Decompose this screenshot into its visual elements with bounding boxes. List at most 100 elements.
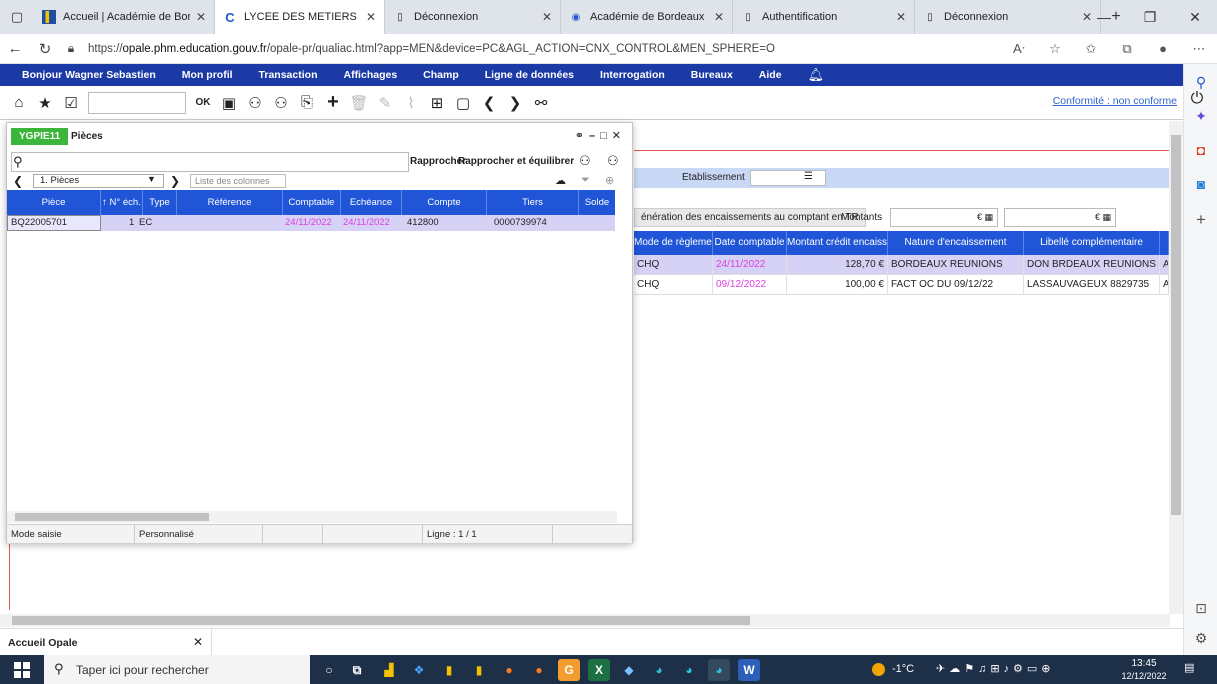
next-icon[interactable]: ❯ [502, 90, 528, 116]
table-row[interactable]: CHQ 24/11/2022 128,70 € BORDEAUX REUNION… [634, 255, 1169, 275]
horizontal-scrollbar[interactable] [7, 511, 617, 523]
firefox-icon[interactable]: ● [528, 659, 550, 681]
collections-icon[interactable]: ⧉ [1109, 41, 1145, 57]
tab-actions-icon[interactable]: ▢ [0, 0, 34, 34]
calculator-icon[interactable]: ▦ [1102, 212, 1111, 222]
validate-icon[interactable]: ✎ [372, 90, 398, 116]
app-tab-accueil-opale[interactable]: Accueil Opale ✕ [0, 629, 212, 656]
user-search-icon[interactable]: ⚇ [579, 153, 591, 169]
settings-icon[interactable]: ⚙ [1184, 630, 1217, 647]
folder-icon[interactable]: ▮ [468, 659, 490, 681]
read-aloud-icon[interactable]: Aᐧ [1001, 41, 1037, 57]
table-row[interactable]: CHQ 09/12/2022 100,00 € FACT OC DU 09/12… [634, 275, 1169, 295]
user-icon[interactable]: ⚇ [607, 153, 619, 169]
task-view-icon[interactable]: ⧉ [346, 659, 368, 681]
power-icon[interactable]: ⏻ [1185, 90, 1209, 114]
temperature[interactable]: -1°C [892, 663, 914, 675]
sidebar-toggle-icon[interactable]: ⊡ [1184, 600, 1217, 617]
app-icon[interactable]: G [558, 659, 580, 681]
close-icon[interactable]: ✕ [193, 635, 203, 649]
dropbox-icon[interactable]: ❖ [408, 659, 430, 681]
browser-tab-deconnexion[interactable]: ▯ Déconnexion ✕ [385, 0, 561, 34]
more-icon[interactable]: ⋯ [1181, 41, 1217, 57]
vertical-scrollbar[interactable] [1169, 121, 1183, 614]
ok-button[interactable]: OK [190, 97, 216, 108]
close-icon[interactable]: ✕ [896, 10, 906, 24]
column-header[interactable]: Compte [402, 190, 487, 215]
favorite-add-icon[interactable]: ☆ [1037, 41, 1073, 57]
column-header[interactable]: Libellé complémentaire [1024, 231, 1160, 255]
columns-list-input[interactable]: Liste des colonnes [190, 174, 286, 188]
conformite-link[interactable]: Conformité : non conforme [1053, 95, 1177, 107]
browser-tab-accueil[interactable]: ▌ Accueil | Académie de Bord ✕ [34, 0, 215, 34]
scrollbar-thumb[interactable] [12, 616, 750, 625]
horizontal-scrollbar[interactable] [0, 614, 1170, 627]
copy-icon[interactable]: ⎘ [294, 90, 320, 116]
column-header[interactable]: Mode de règlement [634, 231, 713, 255]
column-header[interactable]: Date comptable [713, 231, 787, 255]
weather-icon[interactable] [872, 663, 885, 676]
system-tray-icons[interactable]: ✈☁⚑♫⊞♪⚙▭⊕ [936, 662, 1055, 675]
etablissement-field[interactable] [750, 170, 826, 186]
add-icon[interactable]: + [1184, 210, 1217, 230]
column-header[interactable]: Montant crédit encaissé [787, 231, 888, 255]
edge-icon[interactable]: ◕ [648, 659, 670, 681]
maximize-icon[interactable]: □ [600, 130, 612, 142]
vertical-scrollbar[interactable] [615, 215, 632, 507]
folder-icon[interactable]: ▮ [438, 659, 460, 681]
bell-icon[interactable]: 🔔︎ [795, 67, 838, 83]
column-header[interactable]: ↑ N° éch. [101, 190, 143, 215]
previous-icon[interactable]: ❮ [13, 174, 23, 188]
user-icon[interactable]: ⚇ [268, 90, 294, 116]
rapprocher-equilibrer-button[interactable]: Rapprocher et équilibrer [458, 156, 574, 167]
window-close-icon[interactable]: ✕ [1173, 0, 1217, 34]
edge-icon[interactable]: ◕ [708, 659, 730, 681]
attach-icon[interactable]: ⌇ [398, 90, 424, 116]
close-icon[interactable]: ✕ [366, 10, 376, 24]
browser-tab-academie[interactable]: ◉ Académie de Bordeaux : int ✕ [561, 0, 733, 34]
store-icon[interactable]: ▟ [378, 659, 400, 681]
back-icon[interactable]: ← [0, 40, 30, 57]
column-header[interactable]: Solde [579, 190, 615, 215]
office-icon[interactable]: ◘ [1184, 142, 1217, 158]
scrollbar-thumb[interactable] [1171, 135, 1181, 515]
close-icon[interactable]: ✕ [196, 10, 206, 24]
user-search-icon[interactable]: ⚇ [242, 90, 268, 116]
generation-tab[interactable]: énération des encaissements au comptant … [634, 208, 866, 227]
windows-start-icon[interactable] [14, 662, 30, 678]
save-icon[interactable]: ▣ [216, 90, 242, 116]
url-field[interactable]: https://opale.phm.education.gouv.fr/opal… [88, 43, 1001, 55]
minimize-icon[interactable]: — [1082, 0, 1126, 34]
star-icon[interactable]: ★ [32, 90, 58, 116]
browser-tab-lycee[interactable]: C LYCEE DES METIERS BIARRIT ✕ [215, 0, 385, 34]
menu-affichages[interactable]: Affichages [330, 69, 410, 81]
column-header[interactable]: Comptable [283, 190, 341, 215]
close-icon[interactable]: ✕ [714, 10, 724, 24]
transaction-input[interactable] [88, 91, 186, 114]
column-header[interactable]: Tiers [487, 190, 579, 215]
restore-icon[interactable]: ❐ [1128, 0, 1172, 34]
montant-max-field[interactable]: € ▦ [1004, 208, 1116, 227]
scrollbar-thumb[interactable] [15, 513, 209, 521]
menu-aide[interactable]: Aide [746, 69, 795, 81]
link-icon[interactable]: ⚭ [575, 130, 589, 142]
list-icon[interactable]: ☰ [804, 171, 813, 182]
cloud-download-icon[interactable]: ☁ [555, 174, 566, 187]
cortana-icon[interactable]: ○ [318, 659, 340, 681]
firefox-icon[interactable]: ● [498, 659, 520, 681]
menu-ligne-donnees[interactable]: Ligne de données [472, 69, 587, 81]
search-icon[interactable]: ⚲ [13, 154, 23, 170]
menu-champ[interactable]: Champ [410, 69, 472, 81]
target-icon[interactable]: ⊕ [605, 174, 614, 187]
delete-icon[interactable]: 🗑︎ [346, 90, 372, 116]
panel-title-bar[interactable]: YGPIE11 Pièces ⚭–□✕ [7, 123, 632, 149]
lock-icon[interactable]: 🔒︎ [60, 41, 82, 56]
profile-avatar-icon[interactable]: ● [1145, 41, 1181, 56]
previous-icon[interactable]: ❮ [476, 90, 502, 116]
menu-mon-profil[interactable]: Mon profil [169, 69, 246, 81]
app-icon[interactable]: ◆ [618, 659, 640, 681]
close-icon[interactable]: ✕ [542, 10, 552, 24]
menu-interrogation[interactable]: Interrogation [587, 69, 678, 81]
column-header[interactable]: Type [143, 190, 177, 215]
home-icon[interactable]: ⌂ [6, 90, 32, 116]
